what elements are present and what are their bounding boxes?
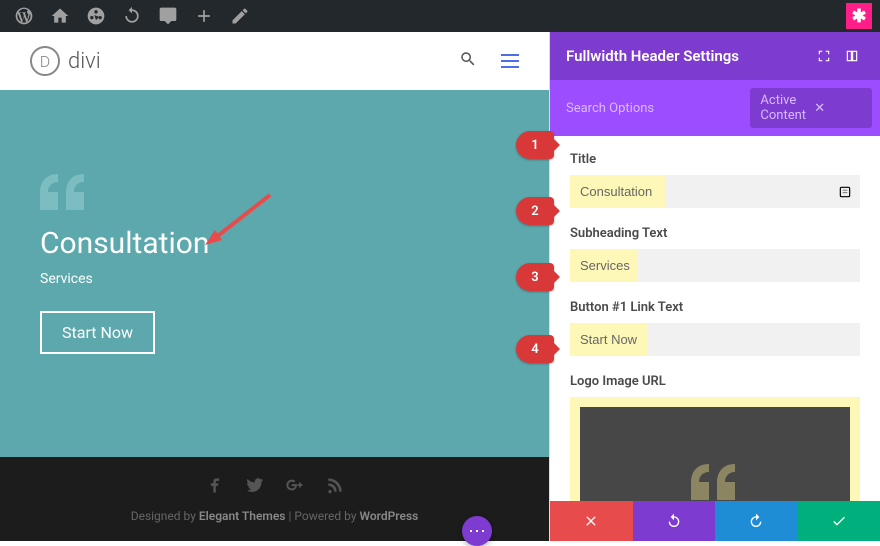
menu-toggle[interactable]	[501, 54, 519, 68]
refresh-icon[interactable]	[116, 0, 148, 32]
button1-label: Button #1 Link Text	[570, 300, 860, 315]
settings-panel: Fullwidth Header Settings Search Options…	[549, 32, 880, 541]
undo-button[interactable]	[633, 501, 716, 541]
logo-text: divi	[68, 49, 101, 74]
home-icon[interactable]	[44, 0, 76, 32]
wp-admin-bar: ✱	[0, 0, 880, 32]
panel-body: Title Subheading Text Button #1 Link Tex…	[550, 136, 880, 501]
search-placeholder[interactable]: Search Options	[566, 101, 750, 116]
title-input[interactable]	[570, 175, 860, 208]
facebook-icon[interactable]	[205, 475, 225, 499]
logo-mark: D	[30, 46, 60, 76]
asterisk-button[interactable]: ✱	[846, 3, 872, 29]
googleplus-icon[interactable]	[285, 475, 305, 499]
site-nav: D divi	[0, 32, 549, 90]
close-icon[interactable]: ✕	[814, 101, 862, 116]
hero-subheading: Services	[40, 271, 509, 287]
subheading-label: Subheading Text	[570, 226, 860, 241]
logo-image-upload[interactable]	[570, 397, 860, 501]
dynamic-content-icon[interactable]	[838, 185, 852, 199]
quote-icon	[40, 174, 509, 214]
panel-footer	[550, 501, 880, 541]
cancel-button[interactable]	[550, 501, 633, 541]
save-button[interactable]	[798, 501, 880, 541]
redo-button[interactable]	[715, 501, 798, 541]
panel-header: Fullwidth Header Settings	[550, 32, 880, 80]
preview-pane: D divi Consultation Services Start Now	[0, 32, 549, 541]
search-icon[interactable]	[459, 50, 477, 72]
wp-logo-icon[interactable]	[8, 0, 40, 32]
edit-icon[interactable]	[224, 0, 256, 32]
panel-title: Fullwidth Header Settings	[566, 47, 808, 65]
site-logo[interactable]: D divi	[30, 46, 101, 76]
hero-title: Consultation	[40, 226, 509, 261]
subheading-input[interactable]	[570, 249, 860, 282]
social-icons	[0, 475, 549, 499]
expand-icon[interactable]	[812, 44, 836, 68]
quote-icon	[691, 464, 739, 500]
builder-fab[interactable]: ⋯	[462, 516, 492, 546]
active-content-tag[interactable]: Active Content ✕	[750, 88, 872, 128]
comment-icon[interactable]	[152, 0, 184, 32]
dashboard-icon[interactable]	[80, 0, 112, 32]
search-options-row: Search Options Active Content ✕	[550, 80, 880, 136]
button1-input[interactable]	[570, 323, 860, 356]
twitter-icon[interactable]	[245, 475, 265, 499]
fullwidth-header: Consultation Services Start Now	[0, 90, 549, 457]
title-label: Title	[570, 152, 860, 167]
hero-button[interactable]: Start Now	[40, 311, 155, 354]
logo-url-label: Logo Image URL	[570, 374, 860, 389]
rss-icon[interactable]	[325, 475, 345, 499]
plus-icon[interactable]	[188, 0, 220, 32]
snap-icon[interactable]	[840, 44, 864, 68]
